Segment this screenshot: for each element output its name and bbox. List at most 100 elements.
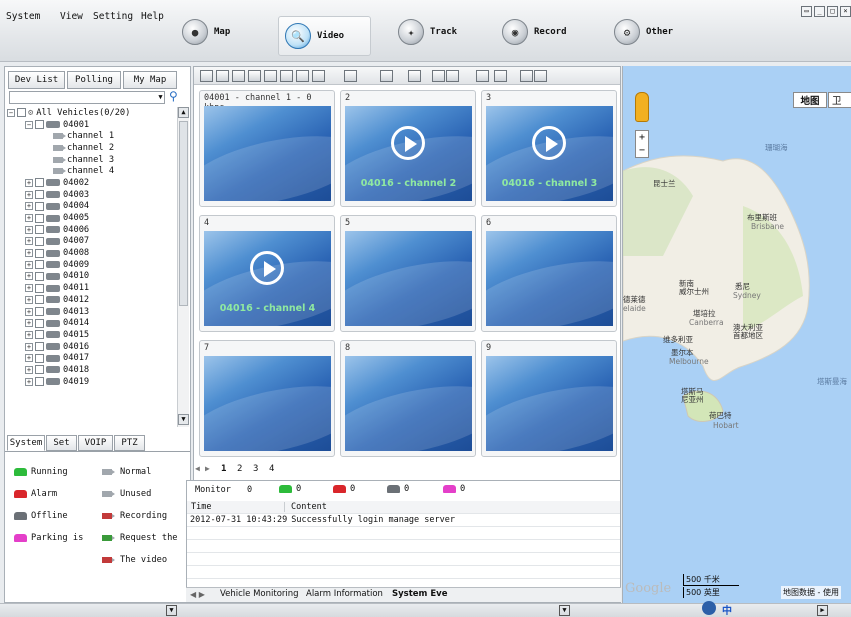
video-feed[interactable] xyxy=(204,356,331,451)
maximize-icon[interactable]: □ xyxy=(827,6,838,17)
video-tool-6-icon[interactable] xyxy=(280,70,293,82)
video-cell-5[interactable]: 5 xyxy=(340,215,476,332)
video-cell-9[interactable]: 9 xyxy=(481,340,617,457)
tree-channel[interactable]: channel 1 xyxy=(7,130,177,142)
menu-system[interactable]: System xyxy=(6,11,40,22)
video-tool-11-icon[interactable] xyxy=(408,70,421,82)
pegman-icon[interactable] xyxy=(635,92,649,122)
play-icon[interactable] xyxy=(391,126,425,160)
video-tool-4-icon[interactable] xyxy=(248,70,261,82)
video-tool-1-icon[interactable] xyxy=(200,70,213,82)
tree-vehicle[interactable]: −04001 xyxy=(7,119,177,131)
tab-system[interactable]: System xyxy=(7,435,45,451)
other-button[interactable]: ⚙ Other xyxy=(608,18,679,46)
video-tool-9-icon[interactable] xyxy=(344,70,357,82)
video-cell-6[interactable]: 6 xyxy=(481,215,617,332)
page-tab-1[interactable]: 1 xyxy=(221,464,226,474)
video-tool-5-icon[interactable] xyxy=(264,70,277,82)
tab-polling[interactable]: Polling xyxy=(67,71,121,89)
tree-scrollbar[interactable]: ▲ ▼ xyxy=(177,107,189,427)
expand-icon[interactable]: + xyxy=(25,237,33,246)
video-tool-13-icon[interactable] xyxy=(446,70,459,82)
play-icon[interactable] xyxy=(532,126,566,160)
expand-icon[interactable]: + xyxy=(25,307,33,316)
video-button[interactable]: 🔍 Video xyxy=(278,16,371,56)
video-feed[interactable] xyxy=(486,356,613,451)
video-tool-3-icon[interactable] xyxy=(232,70,245,82)
vehicle-checkbox[interactable] xyxy=(35,318,44,328)
zoom-control[interactable]: + − xyxy=(635,130,649,158)
expand-icon[interactable]: + xyxy=(25,319,33,328)
vehicle-checkbox[interactable] xyxy=(35,377,44,387)
search-icon[interactable]: ⚲ xyxy=(169,89,178,103)
expand-icon[interactable]: + xyxy=(25,225,33,234)
tab-set[interactable]: Set xyxy=(46,435,77,451)
expand-icon[interactable]: + xyxy=(25,342,33,351)
page-tab-3[interactable]: 3 xyxy=(253,464,258,474)
ime-mode[interactable]: 中 xyxy=(722,602,732,617)
expand-icon[interactable]: + xyxy=(25,295,33,304)
restore-icon[interactable]: ▭ xyxy=(801,6,812,17)
play-icon[interactable] xyxy=(250,251,284,285)
vehicle-checkbox[interactable] xyxy=(35,295,44,305)
next-page-icon[interactable]: ▶ xyxy=(205,464,210,473)
vehicle-checkbox[interactable] xyxy=(35,330,44,340)
tab-dev-list[interactable]: Dev List xyxy=(8,71,65,89)
vehicle-checkbox[interactable] xyxy=(35,365,44,375)
video-cell-3[interactable]: 3 04016 - channel 3 xyxy=(481,90,617,207)
vehicle-checkbox[interactable] xyxy=(35,283,44,293)
page-tab-2[interactable]: 2 xyxy=(237,464,242,474)
expand-icon[interactable]: + xyxy=(25,249,33,258)
expand-icon[interactable]: + xyxy=(25,190,33,199)
page-tab-4[interactable]: 4 xyxy=(269,464,274,474)
column-content[interactable]: Content xyxy=(285,502,327,512)
vehicle-checkbox[interactable] xyxy=(35,236,44,246)
vehicle-checkbox[interactable] xyxy=(35,225,44,235)
scroll-thumb[interactable] xyxy=(179,121,188,306)
vehicle-checkbox[interactable] xyxy=(35,190,44,200)
tree-vehicle[interactable]: +04008 xyxy=(7,247,177,259)
tree-vehicle[interactable]: +04019 xyxy=(7,376,177,388)
collapse-right-icon[interactable]: ▶ xyxy=(817,605,828,616)
video-feed[interactable]: 04016 - channel 2 xyxy=(345,106,472,201)
expand-icon[interactable]: + xyxy=(25,377,33,386)
expand-icon[interactable]: + xyxy=(25,260,33,269)
satellite-button[interactable]: 卫 xyxy=(828,92,851,108)
video-tool-7-icon[interactable] xyxy=(296,70,309,82)
expand-icon[interactable]: + xyxy=(25,354,33,363)
vehicle-checkbox[interactable] xyxy=(35,248,44,258)
expand-icon[interactable]: + xyxy=(25,330,33,339)
minimize-icon[interactable]: _ xyxy=(814,6,825,17)
video-tool-8-icon[interactable] xyxy=(312,70,325,82)
tree-vehicle[interactable]: +04007 xyxy=(7,236,177,248)
tab-system-events[interactable]: System Eve xyxy=(392,589,447,599)
video-tool-17-icon[interactable] xyxy=(534,70,547,82)
video-tool-15-icon[interactable] xyxy=(494,70,507,82)
menu-help[interactable]: Help xyxy=(141,11,164,22)
search-input[interactable] xyxy=(9,91,165,104)
vehicle-checkbox[interactable] xyxy=(35,307,44,317)
video-feed[interactable] xyxy=(345,231,472,326)
expand-icon[interactable]: + xyxy=(25,272,33,281)
video-feed[interactable]: 04016 - channel 3 xyxy=(486,106,613,201)
tree-vehicle[interactable]: +04011 xyxy=(7,282,177,294)
video-feed[interactable] xyxy=(345,356,472,451)
collapse-left-icon[interactable]: ▼ xyxy=(166,605,177,616)
vehicle-checkbox[interactable] xyxy=(35,342,44,352)
tab-my-map[interactable]: My Map xyxy=(123,71,177,89)
tree-vehicle[interactable]: +04004 xyxy=(7,201,177,213)
scroll-up-icon[interactable]: ▲ xyxy=(178,107,189,118)
vehicle-checkbox[interactable] xyxy=(35,271,44,281)
dropdown-arrow-icon[interactable]: ▼ xyxy=(156,92,165,103)
tab-voip[interactable]: VOIP xyxy=(78,435,113,451)
video-feed[interactable] xyxy=(486,231,613,326)
expand-icon[interactable]: + xyxy=(25,202,33,211)
tree-vehicle[interactable]: +04016 xyxy=(7,341,177,353)
menu-view[interactable]: View xyxy=(60,11,83,22)
vehicle-checkbox[interactable] xyxy=(35,201,44,211)
tree-vehicle[interactable]: +04010 xyxy=(7,271,177,283)
tree-vehicle[interactable]: +04003 xyxy=(7,189,177,201)
tree-vehicle[interactable]: +04013 xyxy=(7,306,177,318)
map-type-button[interactable]: 地图 xyxy=(793,92,827,108)
tab-alarm-information[interactable]: Alarm Information xyxy=(306,589,383,599)
